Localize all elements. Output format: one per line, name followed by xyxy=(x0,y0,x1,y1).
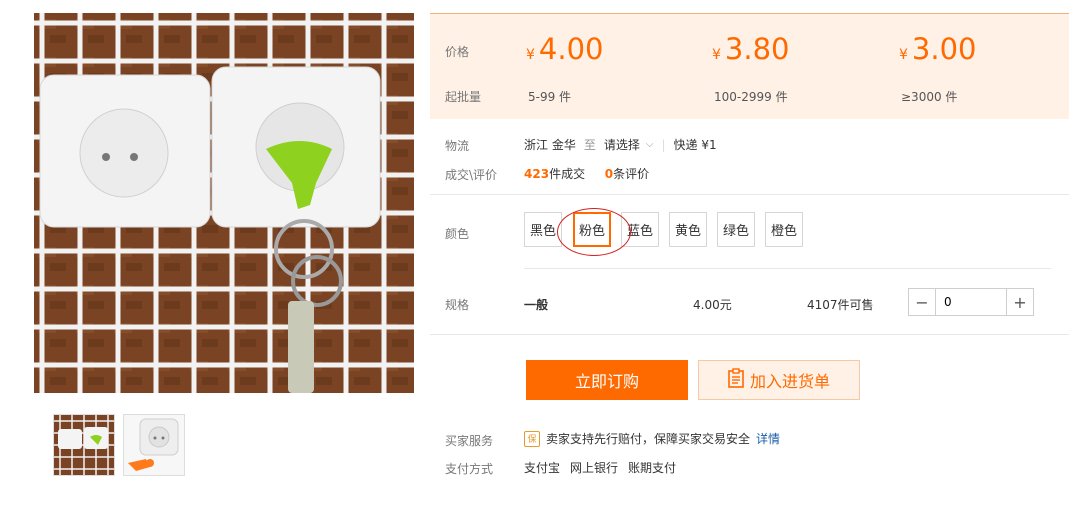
payment-label: 支付方式 xyxy=(445,462,494,476)
price-tier-2: ¥3.80 xyxy=(712,32,790,66)
price-value: 3.80 xyxy=(724,32,790,66)
currency-symbol: ¥ xyxy=(526,47,535,63)
color-option-yellow[interactable]: 黄色 xyxy=(669,212,707,247)
currency-symbol: ¥ xyxy=(712,47,721,63)
payment-method: 账期支付 xyxy=(628,461,677,475)
payment-method: 网上银行 xyxy=(570,461,619,475)
destination-select[interactable]: 请选择 ⌵ xyxy=(604,136,654,153)
price-value: 3.00 xyxy=(911,32,977,66)
main-product-image[interactable] xyxy=(34,13,414,393)
thumbnail-2[interactable] xyxy=(123,414,185,476)
currency-symbol: ¥ xyxy=(899,47,908,63)
spec-price: 4.00元 xyxy=(693,298,732,312)
deal-count-suffix: 件成交 xyxy=(549,167,586,181)
logistics-label: 物流 xyxy=(445,139,470,153)
to-text: 至 xyxy=(583,138,596,152)
price-tier-3: ¥3.00 xyxy=(899,32,977,66)
chevron-down-icon: ⌵ xyxy=(645,139,654,150)
quantity-stepper: − + xyxy=(908,288,1034,316)
price-tier-1: ¥4.00 xyxy=(526,32,604,66)
order-now-button[interactable]: 立即订购 xyxy=(526,360,688,400)
spec-stock: 4107件可售 xyxy=(807,298,874,312)
review-count[interactable]: 0 xyxy=(605,167,613,181)
decrement-button[interactable]: − xyxy=(909,289,936,315)
origin-location: 浙江 金华 xyxy=(524,138,576,152)
color-label: 颜色 xyxy=(445,227,470,241)
services-label: 买家服务 xyxy=(445,434,494,448)
review-count-suffix: 条评价 xyxy=(613,167,650,181)
price-range: 100-2999 件 xyxy=(714,90,788,104)
divider xyxy=(430,334,1069,335)
thumbnail-1[interactable] xyxy=(53,414,115,476)
payment-methods: 支付宝 网上银行 账期支付 xyxy=(524,459,676,476)
price-range: ≥3000 件 xyxy=(901,90,958,104)
deals-row: 423件成交 0条评价 xyxy=(524,165,649,182)
increment-button[interactable]: + xyxy=(1006,289,1033,315)
moq-label: 起批量 xyxy=(445,90,482,104)
divider xyxy=(524,268,1051,269)
clipboard-icon xyxy=(728,368,744,392)
add-to-purchase-list-label: 加入进货单 xyxy=(749,372,830,391)
details-link[interactable]: 详情 xyxy=(756,430,780,447)
logistics-row: 浙江 金华 至 请选择 ⌵ | 快递 ¥1 xyxy=(524,136,717,153)
highlight-circle xyxy=(557,208,631,256)
payment-method: 支付宝 xyxy=(524,461,561,475)
spec-name: 一般 xyxy=(524,298,549,312)
services-row: 保 卖家支持先行赔付，保障买家交易安全 详情 xyxy=(524,430,780,447)
spec-label: 规格 xyxy=(445,298,470,312)
services-text: 卖家支持先行赔付，保障买家交易安全 xyxy=(546,432,751,446)
destination-value: 请选择 xyxy=(603,138,640,152)
divider xyxy=(430,194,1069,195)
separator: | xyxy=(661,137,666,152)
deal-count[interactable]: 423 xyxy=(524,167,549,181)
price-label: 价格 xyxy=(445,45,470,59)
color-option-green[interactable]: 绿色 xyxy=(717,212,755,247)
guarantee-badge-icon: 保 xyxy=(524,430,540,447)
quantity-input[interactable] xyxy=(936,289,1006,315)
express-fee: 快递 ¥1 xyxy=(673,138,717,152)
price-value: 4.00 xyxy=(538,32,604,66)
color-option-orange[interactable]: 橙色 xyxy=(765,212,803,247)
deals-label: 成交\评价 xyxy=(445,168,498,182)
price-range: 5-99 件 xyxy=(528,90,572,104)
add-to-purchase-list-button[interactable]: 加入进货单 xyxy=(698,360,860,400)
